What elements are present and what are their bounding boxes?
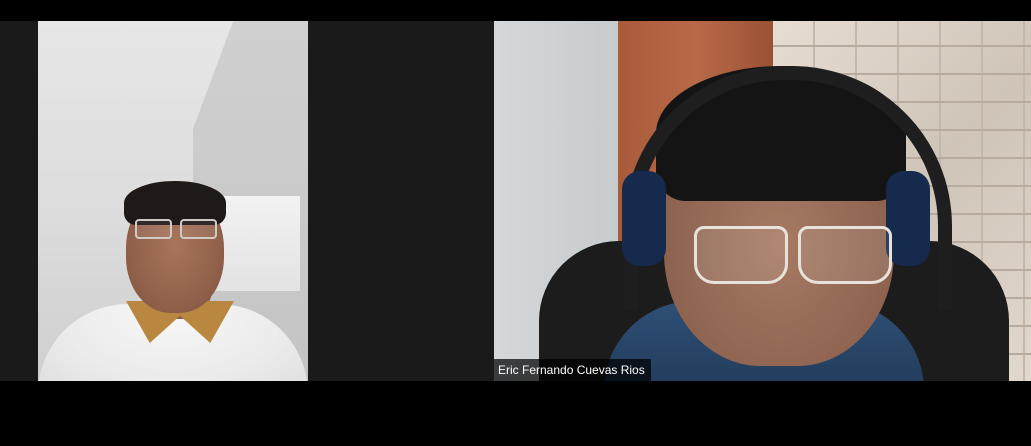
glasses-lens-left bbox=[694, 226, 788, 284]
participant-glasses bbox=[135, 219, 219, 239]
participant-glasses bbox=[694, 226, 892, 286]
video-call-stage: Eric Fernando Cuevas Rios bbox=[0, 0, 1031, 446]
bottom-black-bar bbox=[0, 381, 1031, 446]
participant-video-tile-1[interactable] bbox=[0, 21, 494, 381]
participant-video-feed-1 bbox=[38, 21, 308, 381]
glasses-lens-right bbox=[798, 226, 892, 284]
participant-video-tile-2[interactable]: Eric Fernando Cuevas Rios bbox=[494, 21, 1031, 381]
participant-name-label: Eric Fernando Cuevas Rios bbox=[494, 359, 651, 381]
glasses-lens-right bbox=[180, 219, 217, 239]
glasses-lens-left bbox=[135, 219, 172, 239]
headphone-cup-right bbox=[886, 171, 930, 266]
top-black-bar bbox=[0, 0, 1031, 21]
headphone-cup-left bbox=[622, 171, 666, 266]
